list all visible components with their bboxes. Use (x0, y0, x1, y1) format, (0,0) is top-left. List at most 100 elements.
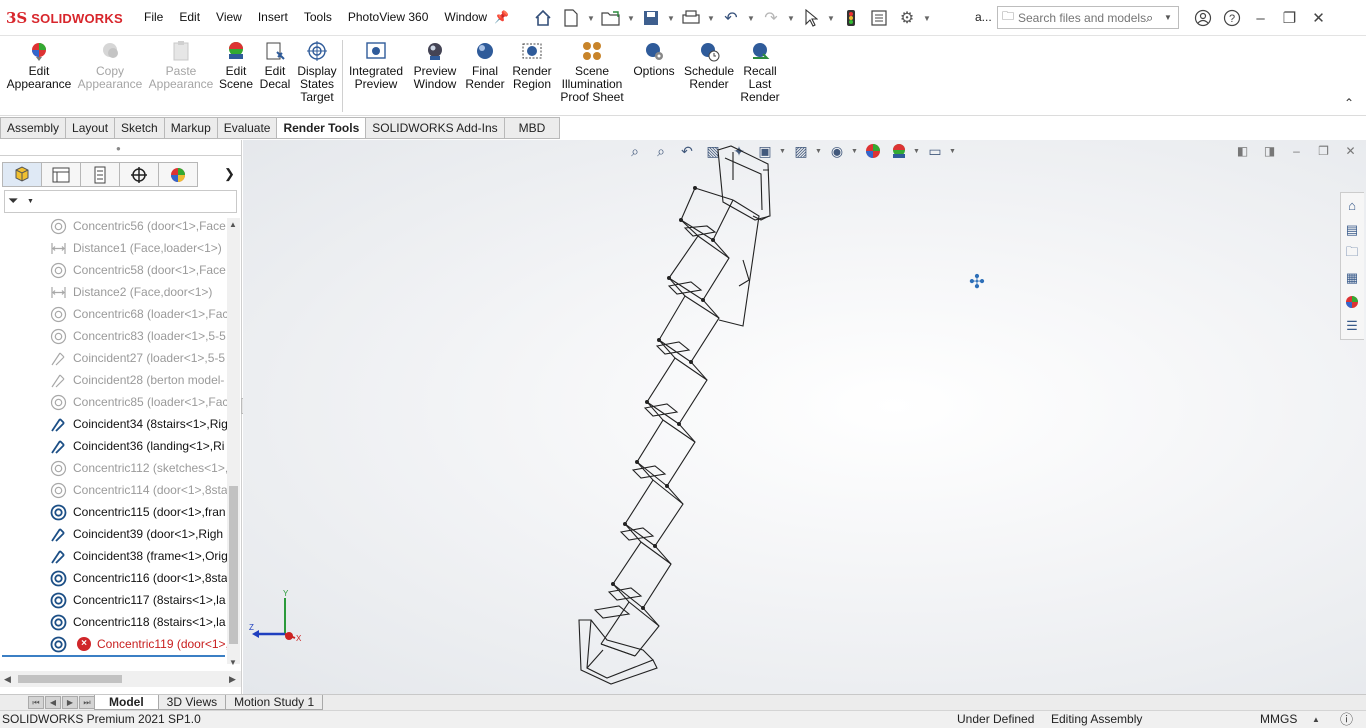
undo-icon[interactable]: ↶ (718, 6, 744, 30)
mate-row[interactable]: Concentric114 (door<1>,8sta (0, 479, 227, 501)
menu-tools[interactable]: Tools (296, 10, 340, 24)
tab-solidworks-add-ins[interactable]: SOLIDWORKS Add-Ins (366, 117, 505, 139)
chevron-down-icon[interactable]: ▼ (826, 14, 836, 23)
menu-photoview-360[interactable]: PhotoView 360 (340, 10, 437, 24)
tile-right-icon[interactable]: ◨ (1257, 142, 1282, 160)
mate-row[interactable]: Concentric115 (door<1>,fran (0, 501, 227, 523)
mate-row[interactable]: Concentric68 (loader<1>,Fac (0, 303, 227, 325)
first-tab-icon[interactable]: ⏮ (28, 696, 44, 709)
display-manager-tab-icon[interactable] (158, 162, 198, 187)
panel-grip-icon[interactable]: ● (116, 144, 121, 153)
mate-row[interactable]: Concentric56 (door<1>,Face (0, 215, 227, 237)
pin-menu-icon[interactable]: 📌 (494, 10, 509, 24)
scene-illumination-proof-sheet-button[interactable]: Scene Illumination Proof Sheet (558, 40, 626, 104)
chevron-up-icon[interactable]: ▲ (1312, 711, 1320, 728)
hide-show-items-icon[interactable]: ◉ (825, 140, 849, 162)
mate-row[interactable]: Distance1 (Face,loader<1>) (0, 237, 227, 259)
recall-last-render-button[interactable]: Recall Last Render (740, 40, 780, 104)
file-explorer-icon[interactable]: 🗀 (1341, 242, 1363, 265)
chevron-down-icon[interactable]: ▼ (666, 14, 676, 23)
appearances-scenes-icon[interactable] (1341, 290, 1363, 313)
close-icon[interactable]: ✕ (1304, 6, 1333, 30)
edit-appearance-hud-icon[interactable] (861, 140, 885, 162)
graphics-area[interactable]: ⌕ ⌕ ↶ ▧ ✦ ▣ ▼ ▨ ▼ ◉ ▼ ▼ ▭ ▼ ◧ ◨ – ❐ ✕ ⌂ … (243, 140, 1366, 694)
minimize-icon[interactable]: – (1284, 142, 1309, 160)
redo-icon[interactable]: ↷ (758, 6, 784, 30)
close-icon[interactable]: ✕ (1338, 142, 1363, 160)
previous-tab-icon[interactable]: ◀ (45, 696, 61, 709)
mate-row[interactable]: Concentric85 (loader<1>,Fac (0, 391, 227, 413)
search-icon[interactable]: ⌕ (1146, 10, 1162, 26)
last-tab-icon[interactable]: ⏭ (79, 696, 95, 709)
home-icon[interactable] (530, 6, 556, 30)
tab-sketch[interactable]: Sketch (115, 117, 165, 139)
schedule-render-button[interactable]: Schedule Render (682, 40, 736, 91)
scroll-left-icon[interactable]: ◀ (4, 674, 11, 685)
open-folder-icon[interactable] (598, 6, 624, 30)
chevron-down-icon[interactable]: ▼ (706, 14, 716, 23)
help-icon[interactable]: ⓘ (1340, 711, 1353, 728)
chevron-down-icon[interactable]: ▼ (626, 14, 636, 23)
save-icon[interactable] (638, 6, 664, 30)
mate-row[interactable]: Concentric58 (door<1>,Face (0, 259, 227, 281)
print-icon[interactable] (678, 6, 704, 30)
preview-window-button[interactable]: Preview Window (410, 40, 460, 91)
search-input[interactable] (1018, 10, 1146, 25)
chevron-down-icon[interactable]: ▼ (922, 14, 932, 23)
scroll-down-icon[interactable]: ▼ (229, 658, 237, 667)
configuration-manager-tab-icon[interactable] (80, 162, 120, 187)
menu-insert[interactable]: Insert (250, 10, 296, 24)
render-region-button[interactable]: Render Region (510, 40, 554, 91)
mate-row[interactable]: Coincident38 (frame<1>,Orig (0, 545, 227, 567)
menu-window[interactable]: Window (436, 10, 495, 24)
tab-3d-views[interactable]: 3D Views (157, 695, 227, 710)
chevron-down-icon[interactable]: ▼ (1162, 13, 1174, 22)
chevron-down-icon[interactable]: ▼ (786, 14, 796, 23)
new-document-icon[interactable] (558, 6, 584, 30)
scrollbar-thumb[interactable] (18, 675, 122, 683)
mate-row[interactable]: × Concentric119 (door<1>, (0, 633, 227, 655)
filter-icon[interactable]: ⏷ (8, 193, 18, 209)
user-name[interactable]: a... (975, 10, 992, 24)
next-tab-icon[interactable]: ▶ (62, 696, 78, 709)
mate-row[interactable]: Concentric117 (8stairs<1>,la (0, 589, 227, 611)
design-library-icon[interactable]: ▤ (1341, 218, 1363, 241)
edit-scene-button[interactable]: Edit Scene (218, 40, 254, 91)
mate-row[interactable]: Distance2 (Face,door<1>) (0, 281, 227, 303)
mate-row[interactable]: Concentric118 (8stairs<1>,la (0, 611, 227, 633)
chevron-right-icon[interactable]: ❯ (224, 166, 235, 182)
mate-row[interactable]: Coincident27 (loader<1>,5-5 (0, 347, 227, 369)
tab-assembly[interactable]: Assembly (0, 117, 67, 139)
chevron-down-icon[interactable]: ▼ (27, 198, 34, 205)
restore-icon[interactable]: ❐ (1275, 6, 1304, 30)
chevron-down-icon[interactable]: ▼ (746, 14, 756, 23)
gear-icon[interactable]: ⚙ (894, 6, 920, 30)
edit-appearance-button[interactable]: Edit Appearance (6, 40, 72, 91)
chevron-down-icon[interactable]: ▼ (913, 148, 921, 155)
mate-row[interactable]: Coincident39 (door<1>,Righ (0, 523, 227, 545)
rebuild-traffic-light-icon[interactable] (838, 6, 864, 30)
tab-layout[interactable]: Layout (66, 117, 116, 139)
chevron-down-icon[interactable]: ▼ (851, 148, 859, 155)
select-cursor-icon[interactable] (798, 6, 824, 30)
help-icon[interactable]: ? (1217, 6, 1246, 30)
tile-left-icon[interactable]: ◧ (1230, 142, 1255, 160)
chevron-down-icon[interactable]: ▼ (949, 148, 957, 155)
custom-properties-icon[interactable]: ☰ (1341, 314, 1363, 337)
file-properties-icon[interactable] (866, 6, 892, 30)
scroll-up-icon[interactable]: ▲ (229, 220, 237, 229)
rollback-bar[interactable] (2, 655, 225, 657)
mate-row[interactable]: Concentric112 (sketches<1>, (0, 457, 227, 479)
property-manager-tab-icon[interactable] (41, 162, 81, 187)
options-button[interactable]: Options (630, 40, 678, 78)
restore-icon[interactable]: ❐ (1311, 142, 1336, 160)
dimxpert-manager-tab-icon[interactable] (119, 162, 159, 187)
user-account-icon[interactable] (1188, 6, 1217, 30)
tab-model[interactable]: Model (94, 695, 159, 710)
menu-view[interactable]: View (208, 10, 250, 24)
menu-file[interactable]: File (136, 10, 171, 24)
copy-appearance-button[interactable]: Copy Appearance (77, 40, 143, 91)
tab-markup[interactable]: Markup (164, 117, 218, 139)
edit-decal-button[interactable]: Edit Decal (258, 40, 292, 91)
minimize-icon[interactable]: – (1246, 6, 1275, 30)
